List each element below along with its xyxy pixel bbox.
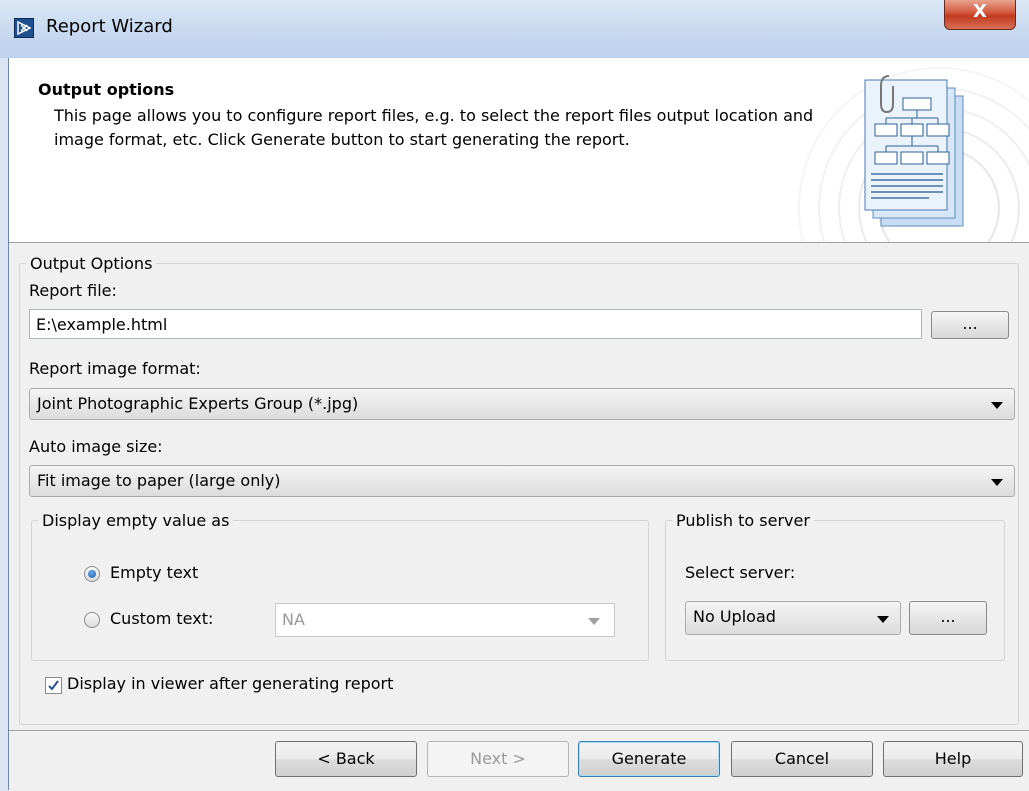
image-format-label: Report image format: <box>29 359 201 378</box>
empty-value-legend: Display empty value as <box>42 511 230 530</box>
server-select[interactable]: No Upload <box>685 601 901 635</box>
wizard-header: Output options This page allows you to c… <box>9 58 1029 243</box>
server-browse-button[interactable]: ... <box>909 601 987 635</box>
report-file-input[interactable] <box>29 309 922 339</box>
chevron-down-icon <box>877 616 889 623</box>
custom-text-combo[interactable]: NA <box>275 603 615 637</box>
report-file-label: Report file: <box>29 281 117 300</box>
empty-value-group: Display empty value as <box>31 511 649 661</box>
chevron-down-icon <box>991 479 1003 486</box>
image-format-select[interactable]: Joint Photographic Experts Group (*.jpg) <box>29 388 1015 420</box>
chevron-down-icon <box>991 402 1003 409</box>
close-button[interactable]: X <box>944 0 1016 30</box>
server-value: No Upload <box>693 607 776 626</box>
output-options-legend: Output Options <box>30 254 153 273</box>
custom-text-value: NA <box>282 610 305 629</box>
generate-button[interactable]: Generate <box>578 741 720 777</box>
custom-text-radio[interactable] <box>84 612 100 628</box>
back-button[interactable]: < Back <box>275 741 417 777</box>
auto-image-size-select[interactable]: Fit image to paper (large only) <box>29 465 1015 497</box>
report-document-icon <box>864 75 964 227</box>
publish-server-legend: Publish to server <box>676 511 810 530</box>
chevron-down-icon <box>588 618 600 625</box>
next-button[interactable]: Next > <box>427 741 569 777</box>
page-title: Output options <box>38 80 175 99</box>
page-description: This page allows you to configure report… <box>54 106 814 149</box>
image-format-value: Joint Photographic Experts Group (*.jpg) <box>37 394 359 413</box>
auto-image-size-value: Fit image to paper (large only) <box>37 471 281 490</box>
cancel-button[interactable]: Cancel <box>731 741 873 777</box>
empty-text-label: Empty text <box>110 563 199 582</box>
display-in-viewer-label: Display in viewer after generating repor… <box>67 674 394 693</box>
empty-text-radio[interactable] <box>84 566 100 582</box>
display-in-viewer-checkbox[interactable] <box>45 677 62 694</box>
wizard-body: Output Options Report file: ... Report i… <box>9 243 1029 730</box>
publish-server-group: Publish to server <box>665 511 1005 661</box>
report-file-browse-button[interactable]: ... <box>931 311 1009 339</box>
custom-text-label: Custom text: <box>110 609 214 628</box>
wizard-window: Output options This page allows you to c… <box>8 58 1029 791</box>
close-icon: X <box>973 1 987 22</box>
auto-image-size-label: Auto image size: <box>29 437 163 456</box>
select-server-label: Select server: <box>685 563 796 582</box>
window-title: Report Wizard <box>46 16 173 37</box>
app-icon <box>14 18 34 38</box>
title-bar: Report Wizard X <box>0 0 1029 58</box>
help-button[interactable]: Help <box>883 741 1023 777</box>
